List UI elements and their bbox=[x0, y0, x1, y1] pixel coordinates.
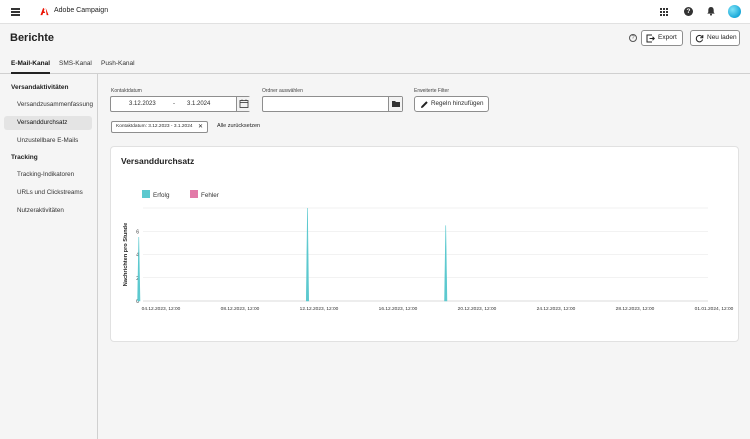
app-name: Adobe Campaign bbox=[54, 7, 109, 14]
y-tick-label: 6 bbox=[136, 229, 139, 235]
folder-field[interactable] bbox=[262, 96, 403, 112]
tab-email[interactable]: E-Mail-Kanal bbox=[11, 60, 51, 74]
x-tick-label: 24.12.2023, 12:00 bbox=[537, 306, 576, 312]
x-tick-label: 01.01.2024, 12:00 bbox=[695, 306, 734, 312]
refresh-icon bbox=[695, 34, 704, 43]
spike-erfolg bbox=[444, 225, 448, 302]
reset-all-link[interactable]: Alle zurücksetzen bbox=[217, 123, 260, 129]
x-tick-label: 20.12.2023, 12:00 bbox=[458, 306, 497, 312]
date-to[interactable]: 3.1.2024 bbox=[187, 101, 210, 107]
sidebar-item-user-activities[interactable]: Nutzeraktivitäten bbox=[4, 204, 92, 218]
sidebar-item-tracking-indicators[interactable]: Tracking-Indikatoren bbox=[4, 168, 92, 182]
x-tick-label: 16.12.2023, 12:00 bbox=[379, 306, 418, 312]
close-icon[interactable]: ✕ bbox=[198, 122, 203, 132]
help-icon[interactable]: ? bbox=[684, 7, 693, 16]
tab-sms[interactable]: SMS-Kanal bbox=[59, 60, 92, 74]
sidebar-item-delivery-summary[interactable]: Versandzusammenfassung bbox=[4, 98, 93, 112]
date-range-field[interactable]: 3.12.2023 - 3.1.2024 bbox=[110, 96, 250, 112]
sidebar-heading-delivery: Versandaktivitäten bbox=[11, 84, 69, 91]
page-header: Berichte ? Export Neu laden bbox=[0, 24, 750, 56]
date-from[interactable]: 3.12.2023 bbox=[129, 101, 156, 107]
date-separator: - bbox=[173, 101, 175, 107]
export-icon bbox=[646, 34, 655, 43]
menu-icon[interactable] bbox=[11, 8, 20, 16]
adobe-logo-icon bbox=[40, 7, 49, 16]
page-title: Berichte bbox=[10, 32, 55, 44]
top-bar: Adobe Campaign ? bbox=[0, 0, 750, 24]
add-rules-label: Regeln hinzufügen bbox=[431, 100, 484, 107]
export-label: Export bbox=[658, 34, 677, 41]
reload-label: Neu laden bbox=[707, 34, 737, 41]
sidebar-heading-tracking: Tracking bbox=[11, 154, 38, 161]
throughput-chart-card: Versanddurchsatz Erfolg Fehler 0 2 4 6 Nachr… bbox=[110, 146, 739, 342]
calendar-icon bbox=[239, 99, 249, 108]
spike-erfolg bbox=[137, 237, 141, 302]
pencil-icon bbox=[421, 101, 428, 108]
advanced-filter-label: Erweiterte Filter bbox=[414, 88, 450, 94]
export-button[interactable]: Export bbox=[641, 30, 683, 46]
date-filter-label: Kontaktdatum bbox=[111, 88, 142, 94]
x-tick-label: 08.12.2023, 12:00 bbox=[221, 306, 260, 312]
active-filter-tag-label: Kontaktdatum: 3.12.2023 - 3.1.2024 bbox=[116, 124, 193, 129]
avatar[interactable] bbox=[728, 5, 741, 18]
report-sidebar: Versandaktivitäten Versandzusammenfassun… bbox=[0, 74, 98, 439]
channel-tabs: E-Mail-Kanal SMS-Kanal Push-Kanal bbox=[0, 56, 750, 74]
sidebar-item-undeliverable[interactable]: Unzustellbare E-Mails bbox=[4, 134, 92, 148]
tab-push[interactable]: Push-Kanal bbox=[101, 60, 135, 74]
sidebar-item-delivery-throughput[interactable]: Versanddurchsatz bbox=[4, 116, 92, 130]
notification-bell-icon[interactable] bbox=[706, 6, 716, 16]
app-switcher-icon[interactable] bbox=[660, 8, 668, 16]
folder-icon bbox=[392, 101, 400, 107]
calendar-button[interactable] bbox=[236, 97, 250, 111]
sidebar-item-urls-clickstreams[interactable]: URLs und Clickstreams bbox=[4, 186, 92, 200]
throughput-chart: 0246Nachrichten pro Stunde04.12.2023, 12… bbox=[123, 207, 734, 312]
folder-picker-button[interactable] bbox=[388, 97, 402, 111]
spike-erfolg bbox=[305, 207, 309, 302]
active-filter-tag: Kontaktdatum: 3.12.2023 - 3.1.2024 ✕ bbox=[111, 121, 208, 133]
y-axis-label: Nachrichten pro Stunde bbox=[123, 223, 129, 286]
add-rules-button[interactable]: Regeln hinzufügen bbox=[414, 96, 489, 112]
x-tick-label: 12.12.2023, 12:00 bbox=[300, 306, 339, 312]
folder-filter-label: Ordner auswählen bbox=[262, 88, 303, 94]
reload-button[interactable]: Neu laden bbox=[690, 30, 740, 46]
x-tick-label: 04.12.2023, 12:00 bbox=[142, 306, 181, 312]
info-icon[interactable]: ? bbox=[629, 34, 637, 42]
x-tick-label: 28.12.2023, 12:00 bbox=[616, 306, 655, 312]
